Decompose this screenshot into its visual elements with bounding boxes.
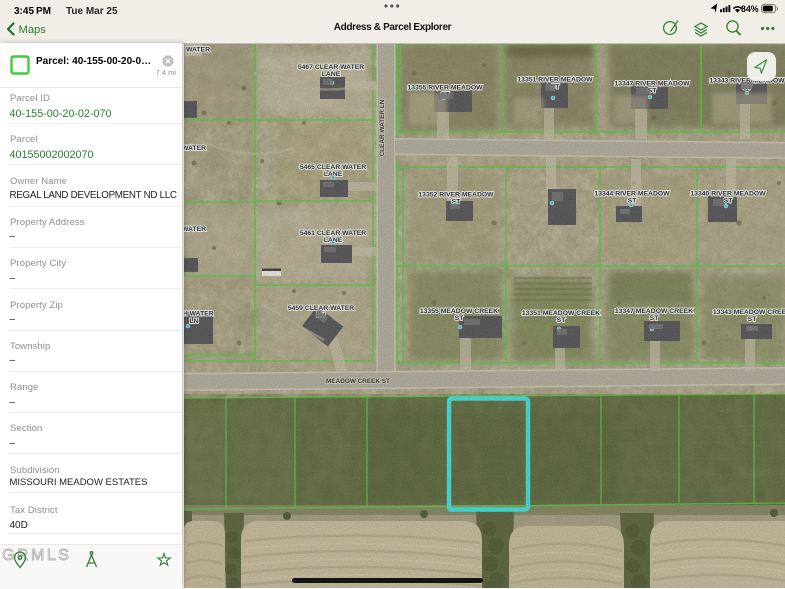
svg-text:84%: 84% [741, 4, 759, 14]
